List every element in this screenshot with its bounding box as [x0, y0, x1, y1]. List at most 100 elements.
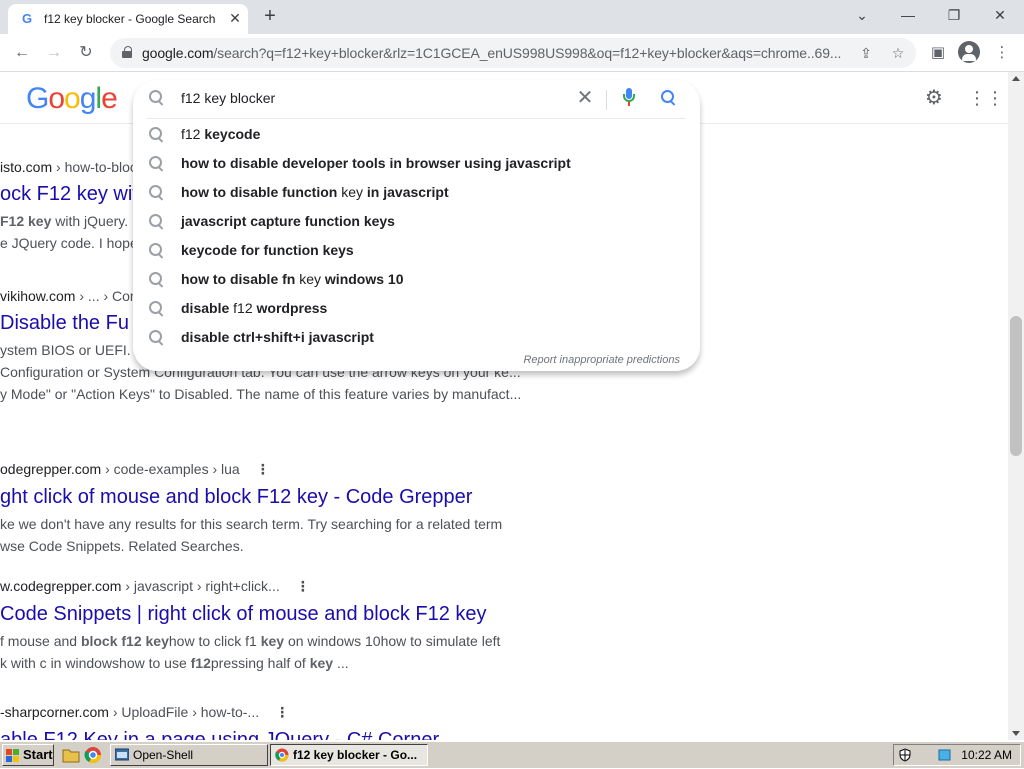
suggestion-item[interactable]: how to disable function key in javascrip…	[133, 178, 700, 207]
search-submit-icon[interactable]	[661, 90, 679, 108]
address-bar[interactable]: google.com/search?q=f12+key+blocker&rlz=…	[110, 38, 916, 68]
search-magnifier-icon	[149, 330, 165, 346]
search-magnifier-icon	[149, 272, 165, 288]
suggestion-item[interactable]: keycode for function keys	[133, 236, 700, 265]
suggestion-item[interactable]: disable ctrl+shift+i javascript	[133, 323, 700, 352]
search-magnifier-icon	[149, 127, 165, 143]
task-label: f12 key blocker - Go...	[293, 748, 418, 762]
search-suggestions-dropdown: f12 key blocker ✕ f12 keycode how to disa…	[133, 80, 700, 371]
suggestion-text: how to disable fn key windows 10	[181, 271, 404, 287]
suggestion-item[interactable]: how to disable fn key windows 10	[133, 265, 700, 294]
tab-active[interactable]: G f12 key blocker - Google Search ✕	[8, 4, 248, 34]
search-magnifier-icon	[149, 301, 165, 317]
suggestion-text: disable f12 wordpress	[181, 300, 328, 316]
taskbar-item-open-shell[interactable]: Open-Shell	[110, 744, 268, 766]
close-window-button[interactable]: ✕	[980, 4, 1020, 28]
new-tab-button[interactable]: +	[258, 5, 282, 29]
scrollbar-thumb[interactable]	[1010, 316, 1022, 456]
search-magnifier-icon	[149, 156, 165, 172]
google-logo[interactable]: Google	[26, 82, 118, 116]
clock: 10:22 AM	[961, 748, 1012, 762]
chrome-quicklaunch-icon[interactable]	[84, 746, 102, 764]
scroll-down-arrow-icon[interactable]	[1012, 731, 1020, 736]
result-title-link[interactable]: Code Snippets | right click of mouse and…	[0, 603, 560, 626]
google-favicon-icon: G	[22, 11, 33, 26]
start-label: Start	[23, 747, 53, 762]
browser-toolbar: ← → ↻ google.com/search?q=f12+key+blocke…	[0, 34, 1024, 72]
reload-icon[interactable]: ↻	[74, 41, 98, 65]
search-magnifier-icon	[149, 214, 165, 230]
search-magnifier-icon	[149, 185, 165, 201]
suggestion-item[interactable]: javascript capture function keys	[133, 207, 700, 236]
search-result: -sharpcorner.com › UploadFile › how-to-.…	[0, 704, 560, 740]
share-icon[interactable]: ⇪	[856, 43, 876, 63]
result-snippet: f mouse and block f12 keyhow to click f1…	[0, 633, 501, 671]
search-result: odegrepper.com › code-examples › lua ⋮ ght…	[0, 461, 560, 557]
result-menu-kebab-icon[interactable]: ⋮	[296, 578, 310, 595]
suggestion-text: keycode for function keys	[181, 242, 354, 258]
suggestion-item[interactable]: f12 keycode	[133, 120, 700, 149]
search-box[interactable]: f12 key blocker ✕	[133, 80, 700, 120]
windows-flag-icon	[6, 749, 20, 762]
maximize-button[interactable]: ❐	[934, 4, 974, 28]
menu-kebab-icon[interactable]: ⋮	[990, 41, 1014, 65]
google-results-page: isto.com › how-to-bloc ock F12 key wit F12…	[0, 72, 1008, 740]
logo-letter: o	[64, 82, 81, 115]
clear-search-icon[interactable]: ✕	[573, 86, 597, 110]
address-url[interactable]: google.com/search?q=f12+key+blocker&rlz=…	[142, 45, 841, 61]
bookmark-star-icon[interactable]: ☆	[888, 43, 908, 63]
result-cite[interactable]: -sharpcorner.com › UploadFile › how-to-.…	[0, 704, 560, 721]
start-button[interactable]: Start	[2, 744, 54, 766]
page-scrollbar[interactable]	[1008, 72, 1024, 740]
voice-search-mic-icon[interactable]	[621, 88, 637, 108]
logo-letter: o	[48, 82, 65, 115]
logo-letter: g	[79, 82, 97, 115]
windows-taskbar: Start Open-Shell f12 key blocker - Go...…	[0, 740, 1024, 768]
tab-search-chevron-icon[interactable]: ⌄	[842, 4, 882, 28]
side-panel-icon[interactable]: ▣	[926, 41, 950, 65]
result-title-link[interactable]: ght click of mouse and block F12 key - C…	[0, 486, 560, 509]
suggestion-item[interactable]: disable f12 wordpress	[133, 294, 700, 323]
minimize-button[interactable]: —	[888, 4, 928, 28]
divider	[606, 90, 607, 110]
suggestion-text: how to disable developer tools in browse…	[181, 155, 571, 171]
folder-quicklaunch-icon[interactable]	[62, 746, 80, 764]
taskbar-item-chrome[interactable]: f12 key blocker - Go...	[270, 744, 428, 766]
suggestion-item[interactable]: how to disable developer tools in browse…	[133, 149, 700, 178]
scroll-up-arrow-icon[interactable]	[1012, 76, 1020, 81]
result-cite[interactable]: odegrepper.com › code-examples › lua ⋮	[0, 461, 560, 478]
lock-icon[interactable]	[122, 46, 132, 58]
suggestion-text: how to disable function key in javascrip…	[181, 184, 449, 200]
task-label: Open-Shell	[133, 748, 194, 762]
chrome-icon	[275, 748, 289, 762]
search-result: w.codegrepper.com › javascript › right+c…	[0, 578, 560, 674]
search-magnifier-icon	[149, 243, 165, 259]
url-host: google.com	[142, 45, 214, 61]
suggestion-text: javascript capture function keys	[181, 213, 395, 229]
forward-arrow-icon[interactable]: →	[42, 41, 66, 65]
tab-title: f12 key blocker - Google Search	[44, 12, 216, 26]
search-input[interactable]: f12 key blocker	[181, 90, 275, 106]
settings-gear-icon[interactable]: ⚙	[922, 86, 946, 110]
system-tray: 10:22 AM	[893, 744, 1021, 766]
profile-avatar-icon[interactable]	[958, 41, 980, 63]
result-snippet: ke we don't have any results for this se…	[0, 516, 503, 554]
result-cite[interactable]: w.codegrepper.com › javascript › right+c…	[0, 578, 560, 595]
tab-close-icon[interactable]: ✕	[226, 9, 244, 27]
suggestion-text: disable ctrl+shift+i javascript	[181, 329, 374, 345]
logo-letter: e	[101, 82, 118, 115]
apps-grid-icon[interactable]: ⋮⋮⋮	[968, 86, 1008, 110]
result-title-link[interactable]: able F12 Key in a page using JQuery - C#…	[0, 729, 560, 740]
suggestion-list: f12 keycode how to disable developer tool…	[133, 120, 700, 352]
tab-strip: G f12 key blocker - Google Search ✕ + ⌄ …	[0, 0, 1024, 34]
back-arrow-icon[interactable]: ←	[10, 41, 34, 65]
divider	[147, 118, 686, 119]
notification-flag-icon[interactable]	[938, 748, 952, 762]
suggestion-text: f12 keycode	[181, 126, 261, 142]
result-menu-kebab-icon[interactable]: ⋮	[256, 461, 270, 478]
logo-letter: G	[26, 82, 49, 115]
result-menu-kebab-icon[interactable]: ⋮	[275, 704, 289, 721]
security-shield-icon[interactable]	[898, 748, 912, 762]
report-predictions-link[interactable]: Report inappropriate predictions	[523, 354, 680, 366]
url-path: /search?q=f12+key+blocker&rlz=1C1GCEA_en…	[213, 45, 842, 61]
